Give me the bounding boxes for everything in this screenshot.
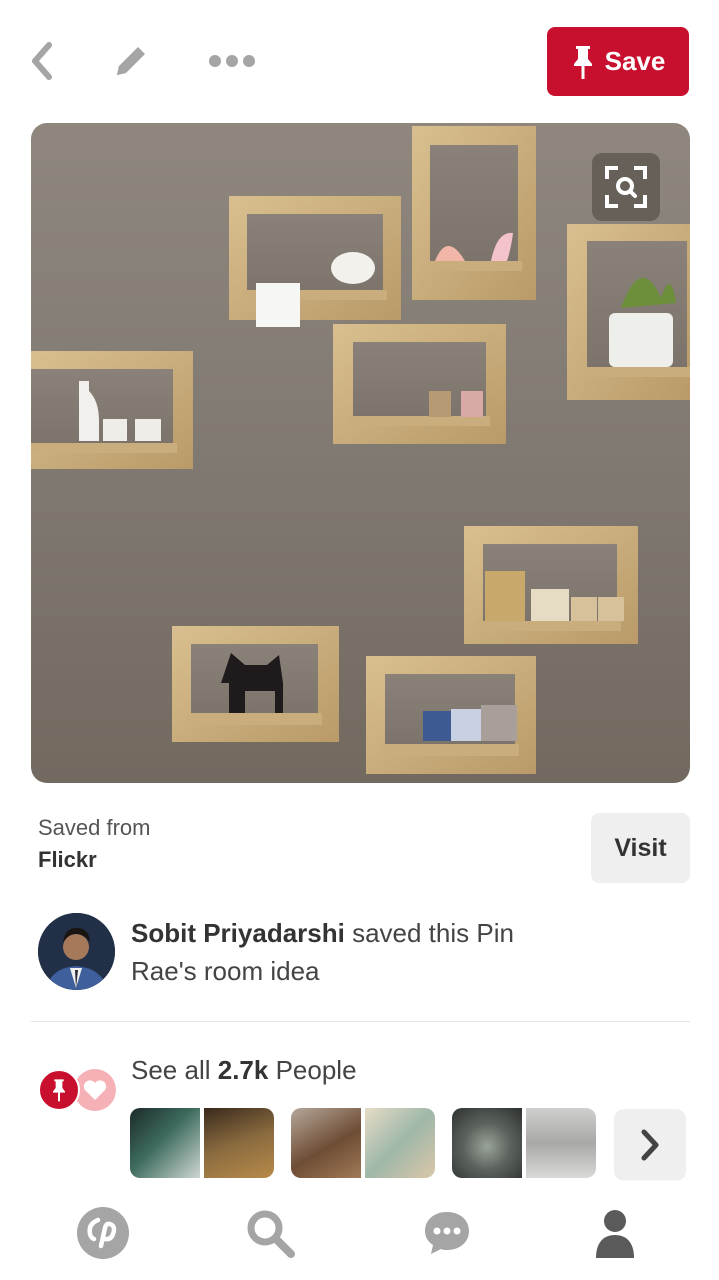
pushpin-icon [53, 1079, 65, 1102]
visual-search-icon [605, 166, 647, 208]
pin-image[interactable] [31, 123, 690, 783]
back-button[interactable] [17, 36, 67, 86]
people-board-thumbnail[interactable] [130, 1108, 274, 1178]
heart-icon [83, 1080, 107, 1100]
wall-shelves-photo [31, 126, 690, 774]
pin-badge [38, 1069, 80, 1111]
thumbnail-image [365, 1108, 435, 1178]
visit-button[interactable]: Visit [591, 813, 690, 883]
nav-search[interactable] [240, 1203, 300, 1263]
board-name[interactable]: Rae's room idea [131, 956, 320, 987]
messages-icon [425, 1212, 469, 1254]
more-people-button[interactable] [614, 1109, 686, 1181]
top-bar: Save [0, 0, 719, 120]
thumbnail-image [130, 1108, 200, 1178]
thumbnail-image [291, 1108, 361, 1178]
thumbnail-image [452, 1108, 522, 1178]
pencil-icon [117, 47, 145, 75]
saved-from-label: Saved from [38, 815, 151, 840]
edit-button[interactable] [106, 36, 156, 86]
home-icon [77, 1207, 129, 1259]
see-all-prefix: See all [131, 1055, 218, 1085]
search-icon [247, 1210, 295, 1258]
chevron-left-icon [32, 42, 52, 80]
thumbnail-image [526, 1108, 596, 1178]
save-button-label: Save [604, 46, 666, 76]
source-site-name[interactable]: Flickr [38, 847, 151, 873]
save-button[interactable]: Save [547, 27, 689, 96]
more-options-button[interactable] [207, 36, 257, 86]
divider [31, 1021, 690, 1022]
heart-badge [74, 1069, 116, 1111]
avatar[interactable] [38, 913, 115, 990]
see-all-suffix: People [268, 1055, 357, 1085]
avatar-photo [38, 913, 115, 990]
visual-search-button[interactable] [592, 153, 660, 221]
see-all-people-link[interactable]: See all 2.7k People [131, 1055, 357, 1086]
nav-messages[interactable] [417, 1203, 477, 1263]
saver-line: Sobit Priyadarshi saved this Pin [131, 918, 514, 949]
nav-home[interactable] [73, 1203, 133, 1263]
pin-source: Saved from Flickr [38, 815, 151, 873]
thumbnail-image [204, 1108, 274, 1178]
saver-action: saved this Pin [344, 918, 514, 948]
chevron-right-icon [641, 1129, 659, 1161]
profile-icon [596, 1210, 634, 1258]
people-count: 2.7k [217, 1055, 269, 1085]
nav-profile[interactable] [585, 1203, 645, 1263]
pushpin-icon [573, 45, 592, 79]
people-board-thumbnail[interactable] [291, 1108, 435, 1178]
activity-badges [38, 1069, 118, 1113]
ellipsis-icon [209, 55, 255, 67]
people-board-thumbnail[interactable] [452, 1108, 596, 1178]
saver-name[interactable]: Sobit Priyadarshi [131, 918, 345, 948]
